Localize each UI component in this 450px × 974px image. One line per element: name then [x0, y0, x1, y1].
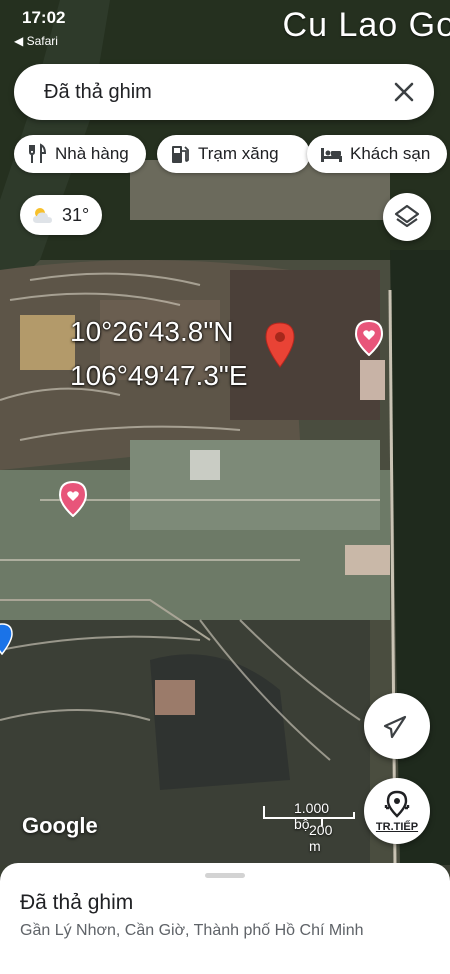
place-title: Đã thả ghim: [20, 891, 134, 914]
search-bar[interactable]: Đã thả ghim: [14, 64, 434, 120]
map-pin-icon: [265, 322, 295, 368]
location-arrow-icon: [383, 715, 407, 739]
status-time: 17:02: [22, 8, 66, 27]
temperature: 31°: [62, 204, 90, 225]
blue-pin-icon: [0, 623, 13, 656]
scale-metric: 200 m: [309, 822, 333, 854]
layers-icon: [394, 204, 420, 228]
place-address: Gần Lý Nhơn, Cần Giờ, Thành phố Hồ Chí M…: [20, 922, 364, 939]
directions-pin-icon: [384, 790, 410, 818]
chip-label: Trạm xăng: [198, 144, 279, 163]
place-bottom-sheet[interactable]: Đã thả ghim Gần Lý Nhơn, Cần Giờ, Thành …: [0, 863, 450, 974]
chip-restaurants[interactable]: Nhà hàng: [14, 135, 146, 173]
saved-place-marker[interactable]: [354, 319, 384, 361]
start-navigation-button[interactable]: TR.TIẾP: [364, 778, 430, 844]
heart-pin-icon: [58, 480, 88, 518]
status-bar: 17:02 ◀ Safari: [0, 0, 450, 50]
coordinates-label: 10°26'43.8"N 106°49'47.3"E: [70, 310, 248, 398]
chip-hotels[interactable]: Khách sạn: [307, 135, 447, 173]
latitude: 10°26'43.8"N: [70, 316, 234, 347]
search-text: Đã thả ghim: [44, 81, 152, 103]
saved-place-marker[interactable]: [58, 480, 88, 522]
google-logo: Google: [22, 813, 98, 838]
layers-button[interactable]: [383, 193, 431, 241]
heart-pin-icon: [354, 319, 384, 357]
restaurant-icon: [29, 143, 47, 163]
hotel-icon: [321, 148, 342, 162]
chip-gas-stations[interactable]: Trạm xăng: [157, 135, 310, 173]
partly-cloudy-icon: [33, 208, 52, 223]
back-to-safari[interactable]: ◀ Safari: [14, 34, 58, 48]
chip-label: Nhà hàng: [55, 144, 129, 163]
dropped-pin-marker[interactable]: [264, 322, 296, 373]
gas-station-icon: [172, 146, 189, 163]
chip-label: Khách sạn: [350, 144, 431, 163]
sheet-drag-handle[interactable]: [205, 873, 245, 878]
weather-chip[interactable]: 31°: [20, 195, 102, 235]
blue-place-marker[interactable]: [0, 623, 14, 660]
directions-label: TR.TIẾP: [375, 821, 419, 833]
close-icon[interactable]: [390, 78, 418, 106]
longitude: 106°49'47.3"E: [70, 360, 248, 391]
my-location-button[interactable]: [364, 693, 430, 759]
